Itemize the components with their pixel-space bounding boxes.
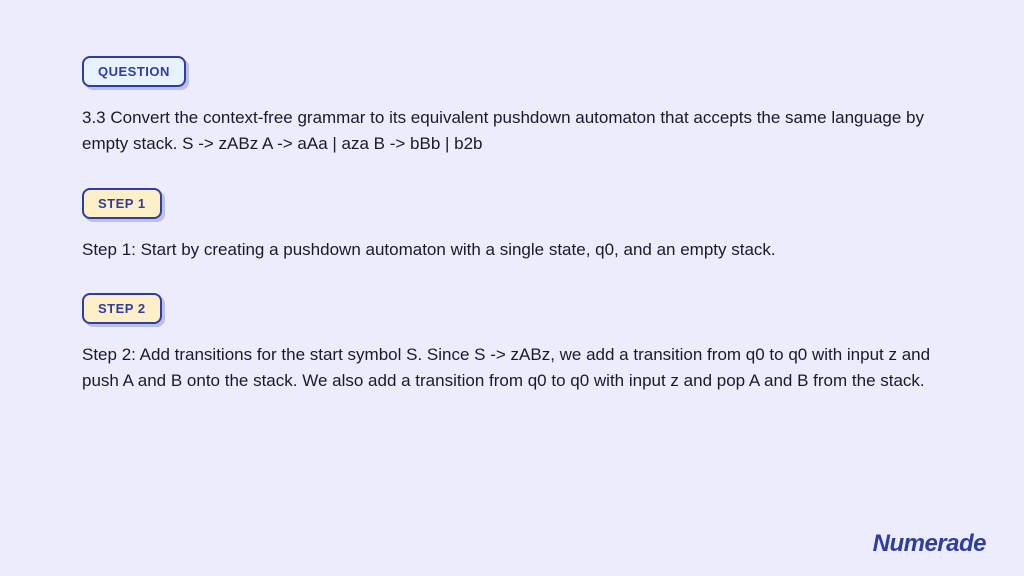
step-1-section: STEP 1 Step 1: Start by creating a pushd… [82, 188, 942, 263]
question-text: 3.3 Convert the context-free grammar to … [82, 105, 942, 158]
step-2-section: STEP 2 Step 2: Add transitions for the s… [82, 293, 942, 395]
question-badge: QUESTION [82, 56, 186, 87]
step-1-text: Step 1: Start by creating a pushdown aut… [82, 237, 942, 263]
question-section: QUESTION 3.3 Convert the context-free gr… [82, 56, 942, 158]
brand-logo: Numerade [869, 530, 986, 558]
step-2-text: Step 2: Add transitions for the start sy… [82, 342, 942, 395]
step-1-badge: STEP 1 [82, 188, 162, 219]
step-2-badge: STEP 2 [82, 293, 162, 324]
